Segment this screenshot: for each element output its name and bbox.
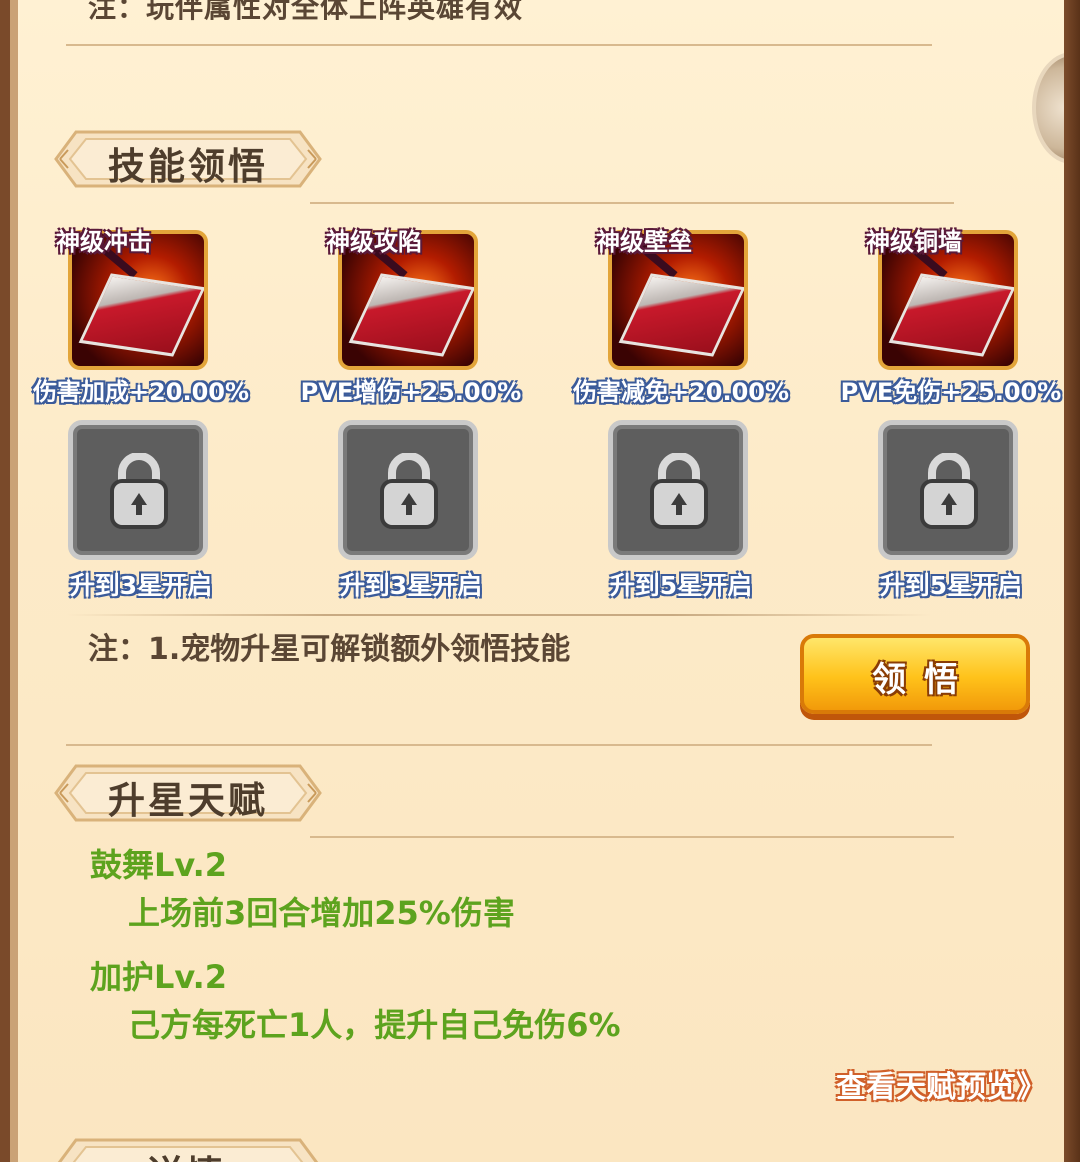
locked-skill-slot[interactable]: 升到5星开启: [836, 420, 1064, 610]
padlock-icon: [878, 420, 1018, 560]
skill-effect: 伤害加成+20.00%: [32, 378, 250, 406]
divider-top: [66, 44, 932, 46]
padlock-icon: [608, 420, 748, 560]
comprehend-button-label: 领悟: [872, 660, 976, 700]
unlock-note: 注：1.宠物升星可解锁额外领悟技能: [88, 632, 571, 667]
unlock-requirement: 升到3星开启: [69, 571, 213, 600]
skill-card[interactable]: 神级铜墙 PVE免伤+25.00%: [836, 222, 1064, 406]
skill-card[interactable]: 神级攻陷 PVE增伤+25.00%: [296, 222, 526, 406]
unlock-requirement: 升到3星开启: [339, 571, 483, 600]
locked-skill-slot[interactable]: 升到3星开启: [296, 420, 526, 610]
hero-detail-panel: 注：玩伴属性对全体上阵英雄有效 技能领悟 神级冲击 伤害加成+20.00% 神级…: [0, 0, 1064, 1162]
padlock-icon: [68, 420, 208, 560]
comprehend-button[interactable]: 领悟: [800, 634, 1030, 714]
skill-name: 神级壁垒: [596, 228, 692, 256]
details-section-header: 详情: [54, 1136, 322, 1162]
skill-card[interactable]: 神级壁垒 伤害减免+20.00%: [566, 222, 796, 406]
talent-description: 上场前3回合增加25%伤害: [128, 894, 515, 932]
skill-card[interactable]: 神级冲击 伤害加成+20.00%: [26, 222, 256, 406]
talent-name: 鼓舞Lv.2: [90, 846, 228, 884]
talent-name: 加护Lv.2: [90, 958, 228, 996]
unlock-requirement: 升到5星开启: [879, 571, 1023, 600]
skill-name: 神级攻陷: [326, 228, 422, 256]
divider-skill-end: [66, 744, 932, 746]
party-attribute-note: 注：玩伴属性对全体上阵英雄有效: [88, 0, 524, 24]
skill-effect: PVE免伤+25.00%: [840, 378, 1062, 406]
locked-skill-slot[interactable]: 升到5星开启: [566, 420, 796, 610]
skill-effect: 伤害减免+20.00%: [572, 378, 790, 406]
frame-right-edge: [1064, 0, 1080, 1162]
talent-section-title: 升星天赋: [108, 779, 268, 822]
padlock-icon: [338, 420, 478, 560]
skill-name: 神级铜墙: [866, 228, 962, 256]
divider-locked: [66, 614, 932, 616]
talent-description: 己方每死亡1人，提升自己免伤6%: [128, 1006, 621, 1044]
skill-section-header: 技能领悟: [54, 128, 322, 190]
skill-section-title: 技能领悟: [108, 145, 268, 188]
divider-skill-header: [310, 202, 954, 204]
divider-talent-header: [310, 836, 954, 838]
skill-effect: PVE增伤+25.00%: [300, 378, 522, 406]
unlock-requirement: 升到5星开启: [609, 571, 753, 600]
talent-preview-link[interactable]: 查看天赋预览》: [836, 1062, 1046, 1106]
talent-section-header: 升星天赋: [54, 762, 322, 824]
locked-skill-slot[interactable]: 升到3星开启: [26, 420, 256, 610]
details-section-title: 详情: [146, 1144, 226, 1162]
skill-name: 神级冲击: [56, 228, 152, 256]
